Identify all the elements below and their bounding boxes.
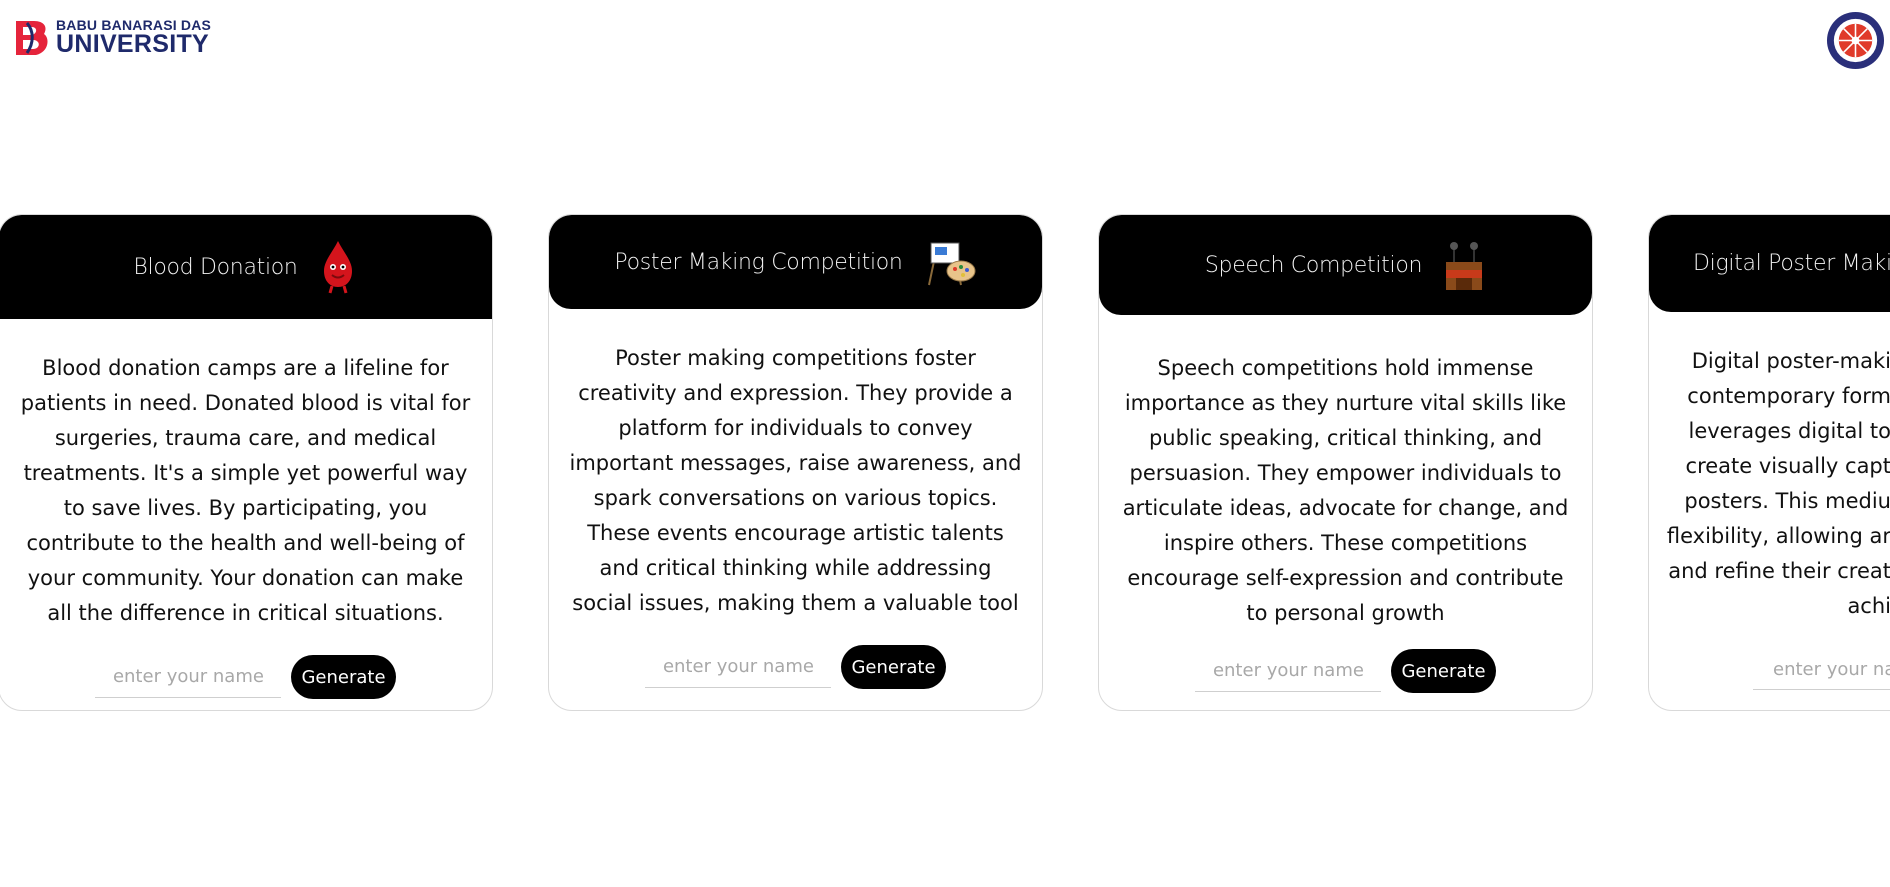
university-brand[interactable]: BABU BANARASI DAS UNIVERSITY [14,18,211,57]
card-header: Digital Poster Makin [1649,215,1890,312]
card-title: Speech Competition [1204,252,1423,278]
card-form: Generate [549,645,1042,689]
podium-microphones-icon [1446,242,1483,290]
card-digital-poster-making: Digital Poster Makin Digital poster-maki… [1648,214,1890,711]
card-form: Generate [1099,649,1592,693]
description-line: posters. This mediu [1684,489,1890,513]
nss-emblem-icon[interactable] [1826,11,1885,70]
generate-button[interactable]: Generate [1391,649,1496,693]
description-line: flexibility, allowing ar [1666,524,1890,548]
activity-cards: Blood Donation Blood donation camps are … [0,214,1890,714]
card-header: Speech Competition [1099,215,1592,315]
card-form [1649,649,1890,690]
card-title: Poster Making Competition [614,249,903,275]
description-line: achi [1847,594,1890,618]
bbd-logo-icon [16,20,48,55]
card-description: Speech competitions hold immense importa… [1122,356,1569,625]
name-input[interactable] [1195,650,1382,692]
name-input[interactable] [645,646,832,688]
card-poster-making: Poster Making Competition Poster making … [548,214,1043,711]
description-line: create visually capt [1685,454,1890,478]
page: BABU BANARASI DAS UNIVERSITY Blood Donat… [0,0,1890,887]
card-blood-donation: Blood Donation Blood donation camps are … [0,214,493,711]
brand-text: BABU BANARASI DAS UNIVERSITY [56,18,211,57]
description-line: Digital poster-maki [1691,349,1890,373]
card-header: Blood Donation [0,215,492,319]
name-input[interactable] [95,656,282,698]
name-input[interactable] [1753,649,1890,690]
generate-button[interactable]: Generate [291,655,396,699]
card-description: Poster making competitions foster creati… [569,346,1022,615]
generate-button[interactable]: Generate [841,645,946,689]
description-line: leverages digital to [1688,419,1890,443]
brand-line2: UNIVERSITY [56,30,210,58]
description-line: and refine their creat [1668,559,1890,583]
description-line: contemporary form [1687,384,1890,408]
card-header: Poster Making Competition [549,215,1042,309]
card-speech-competition: Speech Competition Speech competitions h… [1098,214,1593,711]
card-title: Digital Poster Makin [1693,251,1890,276]
easel-palette-icon [927,242,976,286]
card-description: Blood donation camps are a lifeline for … [20,356,471,625]
blood-drop-mascot-icon [323,241,352,294]
card-form: Generate [0,655,492,699]
card-title: Blood Donation [133,254,298,280]
card-description: Digital poster-maki contemporary form le… [1649,344,1890,624]
